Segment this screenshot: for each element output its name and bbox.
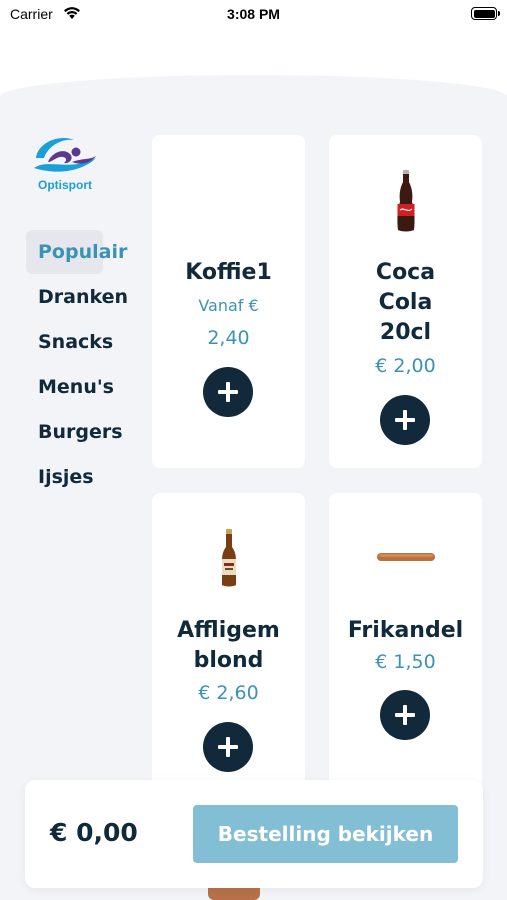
product-name-line: 20cl xyxy=(379,320,432,345)
product-card-frikandel[interactable]: Frikandel € 1,50 xyxy=(329,493,482,793)
status-bar: Carrier 3:08 PM xyxy=(0,0,507,32)
category-label: Ijsjes xyxy=(38,466,94,488)
product-name: Frikandel xyxy=(347,618,464,643)
beer-bottle-icon xyxy=(222,529,236,587)
category-populair[interactable]: Populair xyxy=(26,230,136,275)
product-price: € 2,60 xyxy=(198,682,259,704)
category-label: Burgers xyxy=(38,421,123,443)
product-name-line: Affligem xyxy=(177,618,280,643)
product-price: € 2,00 xyxy=(375,355,436,377)
product-card-affligem-blond[interactable]: Affligem blond € 2,60 xyxy=(152,493,305,793)
category-dranken[interactable]: Dranken xyxy=(26,275,136,320)
product-name-line: Coca xyxy=(375,260,436,285)
coca-cola-bottle-icon xyxy=(397,170,415,232)
add-to-cart-button[interactable] xyxy=(203,722,253,772)
product-price: € 1,50 xyxy=(375,651,436,673)
next-product-image-peek xyxy=(208,888,260,900)
frikandel-icon xyxy=(377,553,435,561)
order-total: € 0,00 xyxy=(50,818,138,847)
optisport-logo: Optisport xyxy=(30,132,100,194)
add-to-cart-button[interactable] xyxy=(380,690,430,740)
category-label: Populair xyxy=(38,241,128,263)
status-time: 3:08 PM xyxy=(227,6,280,22)
view-order-button[interactable]: Bestelling bekijken xyxy=(193,805,458,863)
category-menus[interactable]: Menu's xyxy=(26,365,136,410)
product-card-koffie1[interactable]: Koffie1 Vanaf € 2,40 xyxy=(152,135,305,468)
add-to-cart-button[interactable] xyxy=(380,395,430,445)
category-burgers[interactable]: Burgers xyxy=(26,410,136,455)
product-price-prefix: Vanaf € xyxy=(198,296,259,315)
product-name: Koffie1 xyxy=(185,260,272,285)
category-snacks[interactable]: Snacks xyxy=(26,320,136,365)
category-label: Snacks xyxy=(38,331,114,353)
battery-icon xyxy=(471,7,500,20)
category-label: Menu's xyxy=(38,376,114,398)
product-name-line: blond xyxy=(193,648,264,673)
product-price: 2,40 xyxy=(207,327,250,349)
product-name-line: Cola xyxy=(378,290,433,315)
category-nav: Populair Dranken Snacks Menu's Burgers I… xyxy=(26,230,136,500)
logo-text: Optisport xyxy=(38,178,92,192)
product-card-coca-cola[interactable]: Coca Cola 20cl € 2,00 xyxy=(329,135,482,468)
category-label: Dranken xyxy=(38,286,129,308)
category-ijsjes[interactable]: Ijsjes xyxy=(26,455,136,500)
order-summary-bar: € 0,00 Bestelling bekijken xyxy=(25,780,483,888)
add-to-cart-button[interactable] xyxy=(203,367,253,417)
swimmer-logo-icon xyxy=(34,138,96,172)
